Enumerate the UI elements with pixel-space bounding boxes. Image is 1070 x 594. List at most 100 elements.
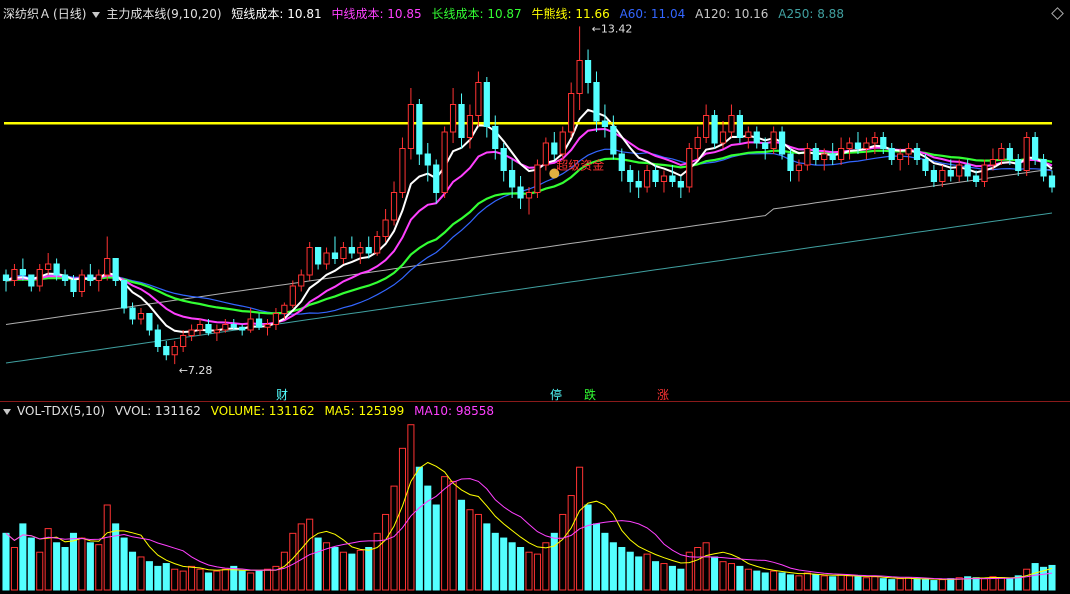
volume-bar bbox=[786, 574, 795, 591]
candle-body bbox=[87, 274, 94, 281]
candle-body bbox=[433, 164, 440, 193]
volume-bar bbox=[550, 532, 558, 591]
volume-bar bbox=[829, 576, 837, 591]
volume-bar bbox=[770, 570, 778, 591]
candle-body bbox=[180, 335, 187, 347]
super-fund-label: 超级资金 bbox=[556, 158, 604, 173]
volume-bar bbox=[441, 476, 449, 591]
volume-bar bbox=[398, 447, 407, 591]
volume-bar bbox=[559, 513, 567, 591]
period-label: (日线) bbox=[53, 7, 87, 21]
indicator-bull-bear: 牛熊线: 11.66 bbox=[531, 7, 610, 21]
volume-bar bbox=[930, 580, 938, 591]
candle-body bbox=[584, 60, 592, 83]
volume-bar bbox=[137, 556, 145, 591]
candle-body bbox=[424, 153, 431, 166]
candle-body bbox=[272, 313, 280, 325]
volume-bar bbox=[871, 576, 879, 591]
candle-body bbox=[871, 137, 878, 144]
candle-body bbox=[348, 247, 355, 254]
candle-body bbox=[956, 164, 963, 177]
a250-line bbox=[5, 212, 1053, 364]
volume-bar bbox=[567, 495, 575, 591]
dropdown-triangle-icon[interactable] bbox=[92, 11, 101, 18]
candle-body bbox=[137, 313, 145, 320]
volume-bar bbox=[27, 537, 35, 591]
volume-bar bbox=[86, 542, 94, 591]
pane-separator[interactable] bbox=[0, 401, 1070, 402]
volume-bar bbox=[348, 553, 356, 591]
volume-bar bbox=[154, 565, 162, 591]
volume-bar bbox=[331, 547, 339, 591]
volume-bar bbox=[635, 556, 643, 591]
candle-body bbox=[804, 148, 811, 166]
candle-body bbox=[711, 115, 718, 144]
candle-body bbox=[846, 142, 853, 149]
candle-body bbox=[1015, 159, 1022, 171]
volume-bar bbox=[103, 504, 111, 591]
volume-bar bbox=[356, 549, 364, 591]
volume-bar bbox=[474, 513, 482, 591]
volume-bar bbox=[542, 542, 550, 591]
volume-bar bbox=[601, 532, 609, 591]
indicator-ma5: MA5: 125199 bbox=[324, 404, 405, 418]
volume-bar bbox=[938, 579, 946, 591]
volume-bar bbox=[390, 485, 398, 591]
volume-bar bbox=[862, 577, 870, 591]
candle-body bbox=[129, 307, 136, 320]
candle-body bbox=[298, 274, 305, 287]
volume-bar bbox=[415, 466, 423, 591]
candle-body bbox=[829, 153, 836, 160]
candle-body bbox=[399, 148, 406, 193]
volume-bar bbox=[694, 547, 702, 591]
candle-body bbox=[719, 131, 727, 144]
candle-body bbox=[635, 181, 642, 188]
candle-body bbox=[120, 280, 128, 309]
indicator-vvol: VVOL: 131162 bbox=[114, 404, 201, 418]
volume-bar bbox=[449, 480, 457, 591]
candle-body bbox=[53, 263, 60, 276]
candle-body bbox=[289, 285, 296, 306]
candle-body bbox=[837, 148, 845, 160]
candle-body bbox=[728, 115, 735, 133]
candle-body bbox=[483, 82, 490, 127]
volume-bar bbox=[145, 561, 153, 591]
volume-bar bbox=[643, 553, 651, 591]
indicator-ma10: MA10: 98558 bbox=[414, 404, 495, 418]
volume-bar bbox=[407, 424, 415, 591]
candle-body bbox=[964, 164, 971, 177]
candle-body bbox=[196, 324, 204, 331]
indicator-volume: VOLUME: 131162 bbox=[210, 404, 315, 418]
volume-bar bbox=[69, 532, 78, 591]
volume-bar bbox=[255, 570, 263, 591]
candle-body bbox=[475, 82, 482, 116]
volume-bar bbox=[685, 551, 693, 591]
candle-body bbox=[230, 324, 237, 328]
candle-body bbox=[45, 263, 52, 270]
volume-bar bbox=[221, 568, 229, 591]
volume-bar bbox=[837, 574, 845, 591]
volume-bar bbox=[533, 553, 541, 591]
candle-body bbox=[239, 326, 246, 331]
stock-name: 深纺织Ａ bbox=[3, 7, 52, 21]
volume-bar bbox=[711, 556, 719, 591]
candle-body bbox=[981, 164, 988, 182]
candle-body bbox=[703, 115, 710, 138]
candle-body bbox=[19, 269, 26, 276]
candle-body bbox=[323, 252, 330, 265]
candle-body bbox=[500, 148, 507, 171]
candlestick-chart[interactable]: ←13.42 ←7.28 超级资金财 停 跌 涨 bbox=[0, 0, 1070, 594]
volume-bar bbox=[972, 577, 980, 591]
candle-body bbox=[163, 346, 170, 356]
low-price-label: ←7.28 bbox=[179, 364, 213, 377]
dropdown-triangle-icon[interactable] bbox=[3, 408, 11, 415]
candle-body bbox=[374, 236, 381, 254]
volume-bar bbox=[896, 578, 904, 591]
volume-bar bbox=[778, 572, 786, 591]
candle-body bbox=[922, 159, 929, 171]
candle-body bbox=[205, 324, 212, 334]
candle-body bbox=[11, 269, 18, 281]
candle-body bbox=[281, 304, 288, 314]
candle-body bbox=[466, 115, 474, 138]
volume-bar bbox=[36, 551, 44, 591]
